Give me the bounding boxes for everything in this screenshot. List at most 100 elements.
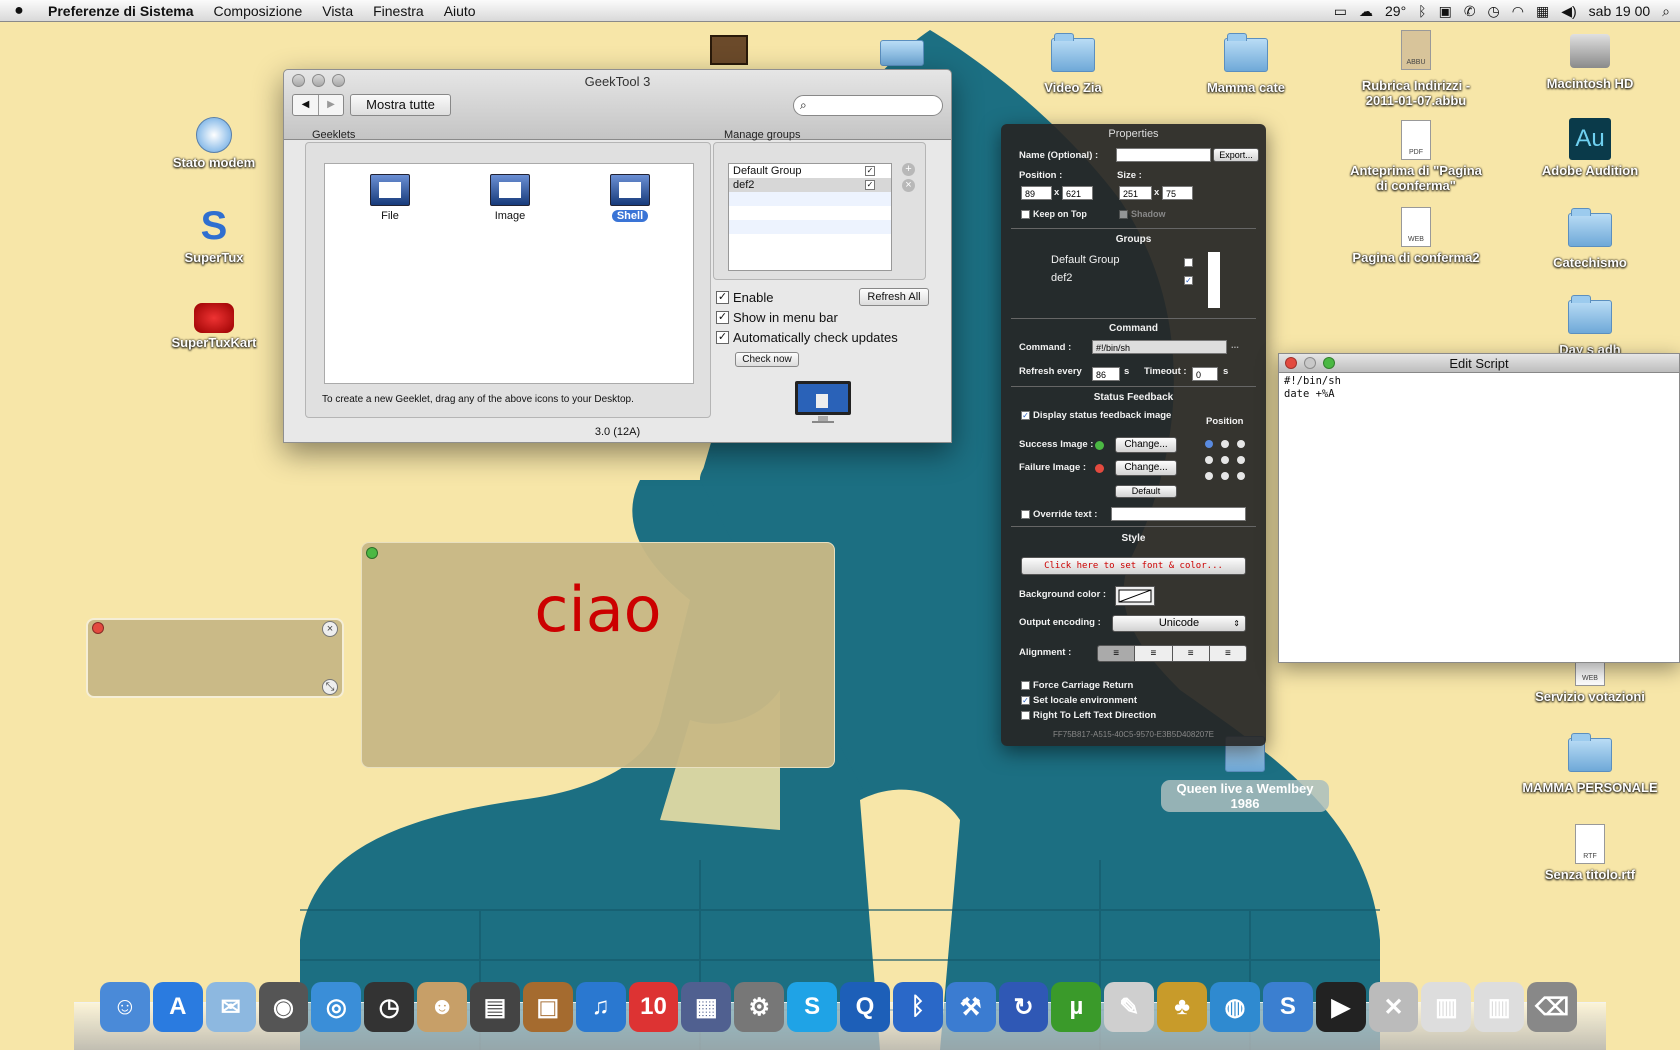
position-radio-top-left[interactable] [1205, 440, 1213, 448]
dock-printer-icon[interactable]: ▤ [470, 982, 520, 1032]
prop-group-default-checkbox[interactable] [1184, 258, 1193, 267]
group-visible-checkbox[interactable]: ✓ [865, 166, 875, 176]
desktop-icon-supertuxkart[interactable]: SuperTuxKart [144, 293, 284, 350]
geeklet-active-dot-icon[interactable] [366, 547, 378, 559]
set-locale-checkbox[interactable]: ✓ [1021, 696, 1030, 705]
desktop-icon-rubrica[interactable]: ABBU Rubrica Indirizzi - 2011-01-07.abbu [1346, 28, 1486, 108]
position-radio-bottom-center[interactable] [1221, 472, 1229, 480]
dock-finder-icon[interactable]: ☺ [100, 982, 150, 1032]
bluetooth-icon[interactable]: ᛒ [1418, 3, 1426, 19]
export-button[interactable]: Export... [1213, 148, 1259, 162]
desktop-icon-stato-modem[interactable]: Stato modem [144, 113, 284, 170]
dock-bluetooth-icon[interactable]: ᛒ [892, 982, 943, 1032]
position-x-input[interactable]: 89 [1021, 186, 1052, 200]
desktop-icon-servizio-votazioni[interactable]: WEB Servizio votazioni [1520, 660, 1660, 704]
dock-utorrent-icon[interactable]: µ [1051, 982, 1102, 1032]
display-icon[interactable]: ▭ [1334, 3, 1347, 20]
search-input[interactable]: ⌕ [793, 95, 943, 116]
wifi-icon[interactable]: ◠ [1512, 3, 1524, 20]
dock-app-store-icon[interactable]: A [152, 982, 203, 1032]
override-text-checkbox[interactable] [1021, 510, 1030, 519]
desktop-icon-video-zia[interactable]: Video Zia [1003, 30, 1143, 95]
desktop-icon-mamma-cate[interactable]: Mamma cate [1176, 30, 1316, 95]
position-radio-mid-right[interactable] [1237, 456, 1245, 464]
dock-quicktime-icon[interactable]: Q [840, 982, 890, 1032]
script-editor[interactable]: #!/bin/sh date +%A [1279, 373, 1679, 403]
dock-photo-booth-icon[interactable]: ◉ [258, 982, 309, 1032]
forward-arrow-icon[interactable]: ▶ [318, 95, 343, 115]
position-radio-bottom-right[interactable] [1237, 472, 1245, 480]
prop-group-def2-checkbox[interactable]: ✓ [1184, 276, 1193, 285]
geeklet-ciao[interactable]: ciao [361, 542, 835, 768]
geeklet-type-shell[interactable]: Shell [585, 174, 675, 222]
dock-supertux-icon[interactable]: S [1262, 982, 1313, 1032]
time-machine-icon[interactable]: ◷ [1488, 3, 1500, 20]
dock-tv-series-icon[interactable]: ▶ [1315, 982, 1366, 1032]
dock-applications-icon[interactable]: ✕ [1368, 982, 1419, 1032]
position-radio-top-right[interactable] [1237, 440, 1245, 448]
desktop-icon-supertux[interactable]: S SuperTux [144, 204, 284, 265]
dock-system-preferences-icon[interactable]: ⚙ [734, 982, 785, 1032]
dock-skype-icon[interactable]: S [787, 982, 838, 1032]
desktop-icon-mamma-personale[interactable]: MAMMA PERSONALE [1520, 730, 1660, 795]
desktop-icon-catechismo[interactable]: Catechismo [1520, 205, 1660, 270]
set-font-color-button[interactable]: Click here to set font & color... [1021, 557, 1246, 575]
force-cr-checkbox[interactable] [1021, 681, 1030, 690]
position-radio-mid-center[interactable] [1221, 456, 1229, 464]
group-row-default[interactable]: Default Group ✓ [729, 164, 891, 178]
position-radio-top-center[interactable] [1221, 440, 1229, 448]
desktop-icon-adobe-audition[interactable]: Au Adobe Audition [1520, 118, 1660, 178]
dock-ical-icon[interactable]: 10 [628, 982, 679, 1032]
enable-checkbox[interactable]: ✓ [716, 291, 729, 304]
show-all-button[interactable]: Mostra tutte [350, 94, 451, 116]
desktop-icon-pagina-conferma2[interactable]: WEB Pagina di conferma2 [1346, 205, 1486, 265]
align-center-icon[interactable]: ≡ [1134, 646, 1172, 661]
dock-itunes-icon[interactable]: ♫ [575, 982, 626, 1032]
refresh-input[interactable]: 86 [1092, 367, 1120, 381]
menu-aiuto[interactable]: Aiuto [434, 3, 486, 19]
dock-safari-icon[interactable]: ◎ [311, 982, 362, 1032]
menu-finestra[interactable]: Finestra [363, 3, 434, 19]
shadow-checkbox[interactable] [1119, 210, 1128, 219]
auto-check-checkbox[interactable]: ✓ [716, 331, 729, 344]
dock-preview-icon[interactable]: ✉ [205, 982, 256, 1032]
dock-iphoto-people-icon[interactable]: ☻ [417, 982, 468, 1032]
menu-clock[interactable]: sab 19 00 [1589, 3, 1651, 19]
keep-on-top-checkbox[interactable] [1021, 210, 1030, 219]
output-encoding-select[interactable]: Unicode ⇕ [1112, 615, 1246, 632]
dock-globe-icon[interactable]: ◍ [1210, 982, 1260, 1032]
position-radio-mid-left[interactable] [1205, 456, 1213, 464]
command-input[interactable]: #!/bin/sh [1092, 340, 1227, 354]
show-menu-bar-checkbox[interactable]: ✓ [716, 311, 729, 324]
dock-sync-icon[interactable]: ↻ [998, 982, 1049, 1032]
desktop-icon-anteprima[interactable]: PDF Anteprima di "Pagina di conferma" [1346, 118, 1486, 193]
check-now-button[interactable]: Check now [735, 352, 799, 367]
align-justify-icon[interactable]: ≡ [1208, 646, 1246, 661]
geeklet-resize-icon[interactable]: ⤡ [322, 679, 338, 695]
group-visible-checkbox[interactable]: ✓ [865, 180, 875, 190]
spotlight-icon[interactable]: ⌕ [1662, 3, 1670, 20]
dock-textedit-icon[interactable]: ✎ [1104, 982, 1155, 1032]
menu-app-name[interactable]: Preferenze di Sistema [38, 3, 204, 19]
dock-xcode-icon[interactable]: ⚒ [945, 982, 996, 1032]
align-right-icon[interactable]: ≡ [1171, 646, 1209, 661]
position-y-input[interactable]: 621 [1062, 186, 1093, 200]
airplay-icon[interactable]: ▣ [1439, 3, 1452, 20]
default-button[interactable]: Default [1115, 485, 1177, 498]
remove-group-icon[interactable]: × [902, 179, 915, 192]
apple-menu-icon[interactable]: ● [0, 2, 38, 20]
add-group-icon[interactable]: + [902, 163, 915, 176]
rtl-checkbox[interactable] [1021, 711, 1030, 720]
desktop-icon-senza-titolo[interactable]: RTF Senza titolo.rtf [1520, 822, 1660, 882]
geeklet-close-dot-icon[interactable] [92, 622, 104, 634]
desktop-icon-day-partial[interactable]: Day s adh [1520, 292, 1660, 357]
geeklet-remove-icon[interactable]: × [322, 621, 338, 637]
position-radio-bottom-left[interactable] [1205, 472, 1213, 480]
name-input[interactable] [1116, 148, 1211, 162]
refresh-all-button[interactable]: Refresh All [859, 288, 929, 306]
framed-picture-icon[interactable] [710, 35, 748, 65]
display-feedback-checkbox[interactable]: ✓ [1021, 411, 1030, 420]
enable-row[interactable]: ✓ Enable [716, 290, 773, 305]
calendar-icon[interactable]: ▦ [1536, 3, 1549, 20]
geeklet-type-file[interactable]: File [345, 174, 435, 222]
